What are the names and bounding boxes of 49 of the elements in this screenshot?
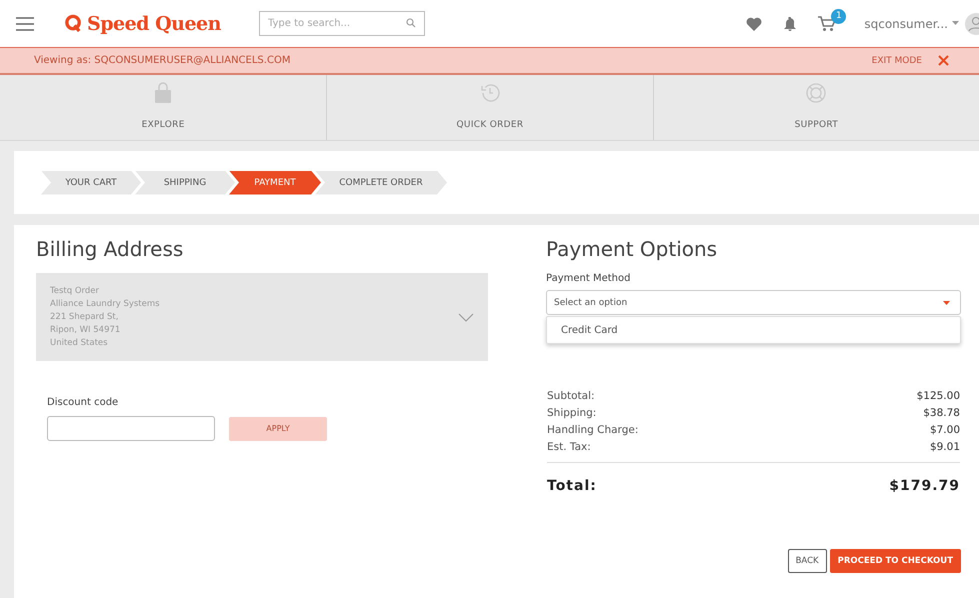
menu-icon[interactable] — [16, 16, 34, 30]
address-line: United States — [50, 336, 109, 350]
close-icon[interactable] — [938, 55, 949, 66]
caret-icon[interactable] — [952, 21, 959, 26]
payment-title: Payment Options — [546, 237, 718, 261]
nav-tab[interactable]: SUPPORT — [794, 120, 838, 130]
summary-label: Handling Charge: — [547, 424, 638, 436]
summary-value: $9.01 — [930, 440, 960, 452]
total-label: Total: — [547, 478, 597, 494]
history-icon — [478, 82, 501, 104]
search-icon[interactable] — [406, 18, 416, 28]
bell-icon[interactable] — [784, 16, 796, 30]
address-line: Alliance Laundry Systems — [50, 298, 160, 310]
billing-title: Billing Address — [36, 237, 184, 261]
user-menu[interactable]: sqconsumer... — [864, 16, 948, 30]
lifebuoy-icon — [805, 82, 828, 104]
discount-field[interactable] — [47, 416, 215, 441]
checkout-step: YOUR CART — [41, 170, 141, 194]
logo-icon — [64, 14, 83, 33]
proceed-button[interactable]: PROCEED TO CHECKOUT — [830, 549, 961, 573]
nav-tab[interactable]: QUICK ORDER — [456, 120, 524, 130]
summary-label: Shipping: — [547, 406, 596, 418]
exit-mode-link[interactable]: EXIT MODE — [872, 56, 922, 66]
chevron-down-icon[interactable] — [458, 312, 474, 322]
total-value: $179.79 — [889, 478, 960, 494]
back-button[interactable]: BACK — [788, 549, 827, 573]
nav-tab[interactable]: EXPLORE — [142, 120, 185, 130]
summary-value: $38.78 — [923, 406, 960, 418]
checkout-step: COMPLETE ORDER — [315, 170, 447, 194]
payment-method-label: Payment Method — [546, 273, 632, 284]
impersonation-notice: Viewing as: SQCONSUMERUSER@ALLIANCELS.COM — [34, 55, 290, 66]
address-line: Ripon, WI 54971 — [50, 324, 122, 336]
summary-value: $7.00 — [930, 424, 960, 436]
discount-label: Discount code — [47, 397, 120, 408]
address-line: Testq Order — [50, 284, 100, 298]
address-line: 221 Shepard St, — [50, 310, 120, 324]
checkout-step: PAYMENT — [229, 170, 321, 194]
summary-label: Subtotal: — [547, 390, 595, 402]
cart-count-badge: 1 — [831, 8, 846, 24]
caret-icon[interactable] — [943, 300, 950, 304]
summary-value: $125.00 — [916, 390, 960, 402]
brand-name[interactable]: Speed Queen — [87, 12, 221, 34]
search-field[interactable]: Type to search... — [258, 11, 425, 36]
summary-label: Est. Tax: — [547, 440, 591, 452]
checkout-step: SHIPPING — [135, 170, 235, 194]
payment-method-select[interactable]: Select an option — [546, 290, 961, 315]
cart-icon[interactable] — [818, 16, 836, 32]
dropdown-option[interactable]: Credit Card — [547, 317, 960, 343]
heart-icon[interactable] — [746, 16, 762, 30]
